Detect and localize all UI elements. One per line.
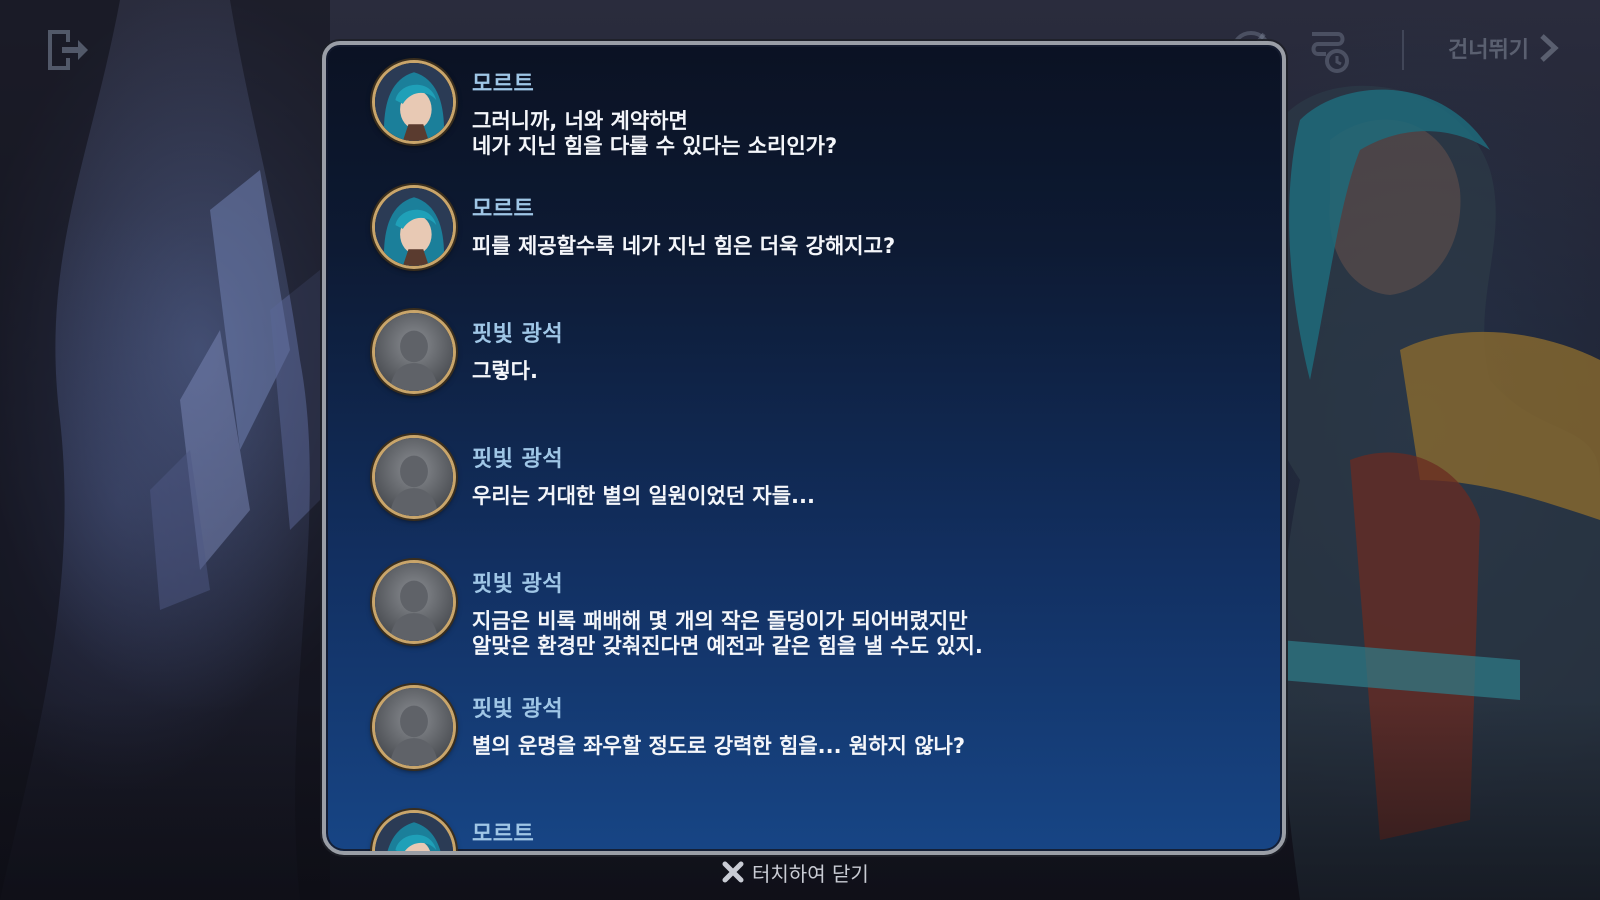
dialogue-log-list[interactable]: 모르트 그러니까, 너와 계약하면 네가 지닌 힘을 다룰 수 있다는 소리인가…: [326, 45, 1282, 851]
morte-portrait-icon: [375, 813, 453, 851]
chevron-right-icon: [1540, 34, 1559, 62]
dialogue-line: 우리는 거대한 별의 일원이었던 자들...: [472, 484, 815, 508]
morte-portrait-icon: [375, 63, 453, 141]
dialogue-line: 피를 제공할수록 네가 지닌 힘은 더욱 강해지고?: [472, 234, 896, 258]
dialogue-line: 별의 운명을 좌우할 정도로 강력한 힘을... 원하지 않나?: [472, 734, 966, 758]
log-history-icon: [1311, 32, 1349, 73]
top-bar-divider: [1402, 30, 1404, 70]
morte-portrait-icon: [375, 188, 453, 266]
close-x-icon: [722, 861, 744, 883]
dialogue-line: 그러니까, 너와 계약하면: [472, 109, 688, 133]
unknown-speaker-icon: [375, 438, 453, 516]
close-hint-label: 터치하여 닫기: [752, 861, 869, 886]
dialogue-line: 알맞은 환경만 갖춰진다면 예전과 같은 힘을 낼 수도 있지.: [472, 634, 983, 658]
log-entry: 핏빛 광석 우리는 거대한 별의 일원이었던 자들...: [372, 429, 1262, 539]
avatar-silhouette: [372, 560, 456, 644]
unknown-speaker-icon: [375, 688, 453, 766]
avatar-morte: [372, 810, 456, 851]
exit-door-icon: [48, 30, 88, 70]
dialogue-line: 네가 지닌 힘을 다룰 수 있다는 소리인가?: [472, 134, 838, 158]
log-entry: 핏빛 광석 지금은 비록 패배해 몇 개의 작은 돌덩이가 되어버렸지만 알맞은…: [372, 554, 1262, 664]
log-entry: 핏빛 광석 별의 운명을 좌우할 정도로 강력한 힘을... 원하지 않나?: [372, 679, 1262, 789]
dialogue-line: 지금은 비록 패배해 몇 개의 작은 돌덩이가 되어버렸지만: [472, 609, 968, 633]
dialogue-log-panel[interactable]: 모르트 그러니까, 너와 계약하면 네가 지닌 힘을 다룰 수 있다는 소리인가…: [322, 41, 1286, 855]
log-entry: 핏빛 광석 그렇다.: [372, 304, 1262, 414]
close-log-button[interactable]: 터치하여 닫기: [722, 858, 869, 886]
speaker-name: 핏빛 광석: [472, 697, 564, 722]
exit-button[interactable]: [44, 28, 90, 72]
avatar-silhouette: [372, 435, 456, 519]
avatar-morte: [372, 185, 456, 269]
avatar-silhouette: [372, 310, 456, 394]
unknown-speaker-icon: [375, 313, 453, 391]
speaker-name: 핏빛 광석: [472, 322, 564, 347]
avatar-morte: [372, 60, 456, 144]
speaker-name: 모르트: [472, 72, 535, 97]
unknown-speaker-icon: [375, 563, 453, 641]
dialogue-line: 그렇다.: [472, 359, 538, 383]
log-entry: 모르트 피를 제공할수록 네가 지닌 힘은 더욱 강해지고?: [372, 179, 1262, 289]
speaker-name: 핏빛 광석: [472, 572, 564, 597]
speaker-name: 모르트: [472, 822, 535, 847]
speaker-name: 핏빛 광석: [472, 447, 564, 472]
speaker-name: 모르트: [472, 197, 535, 222]
skip-label: 건너뛰기: [1448, 38, 1529, 63]
log-history-button[interactable]: [1304, 26, 1354, 76]
log-entry: 모르트: [372, 804, 1262, 851]
log-entry: 모르트 그러니까, 너와 계약하면 네가 지닌 힘을 다룰 수 있다는 소리인가…: [372, 54, 1262, 164]
skip-button[interactable]: 건너뛰기: [1448, 30, 1559, 66]
avatar-silhouette: [372, 685, 456, 769]
